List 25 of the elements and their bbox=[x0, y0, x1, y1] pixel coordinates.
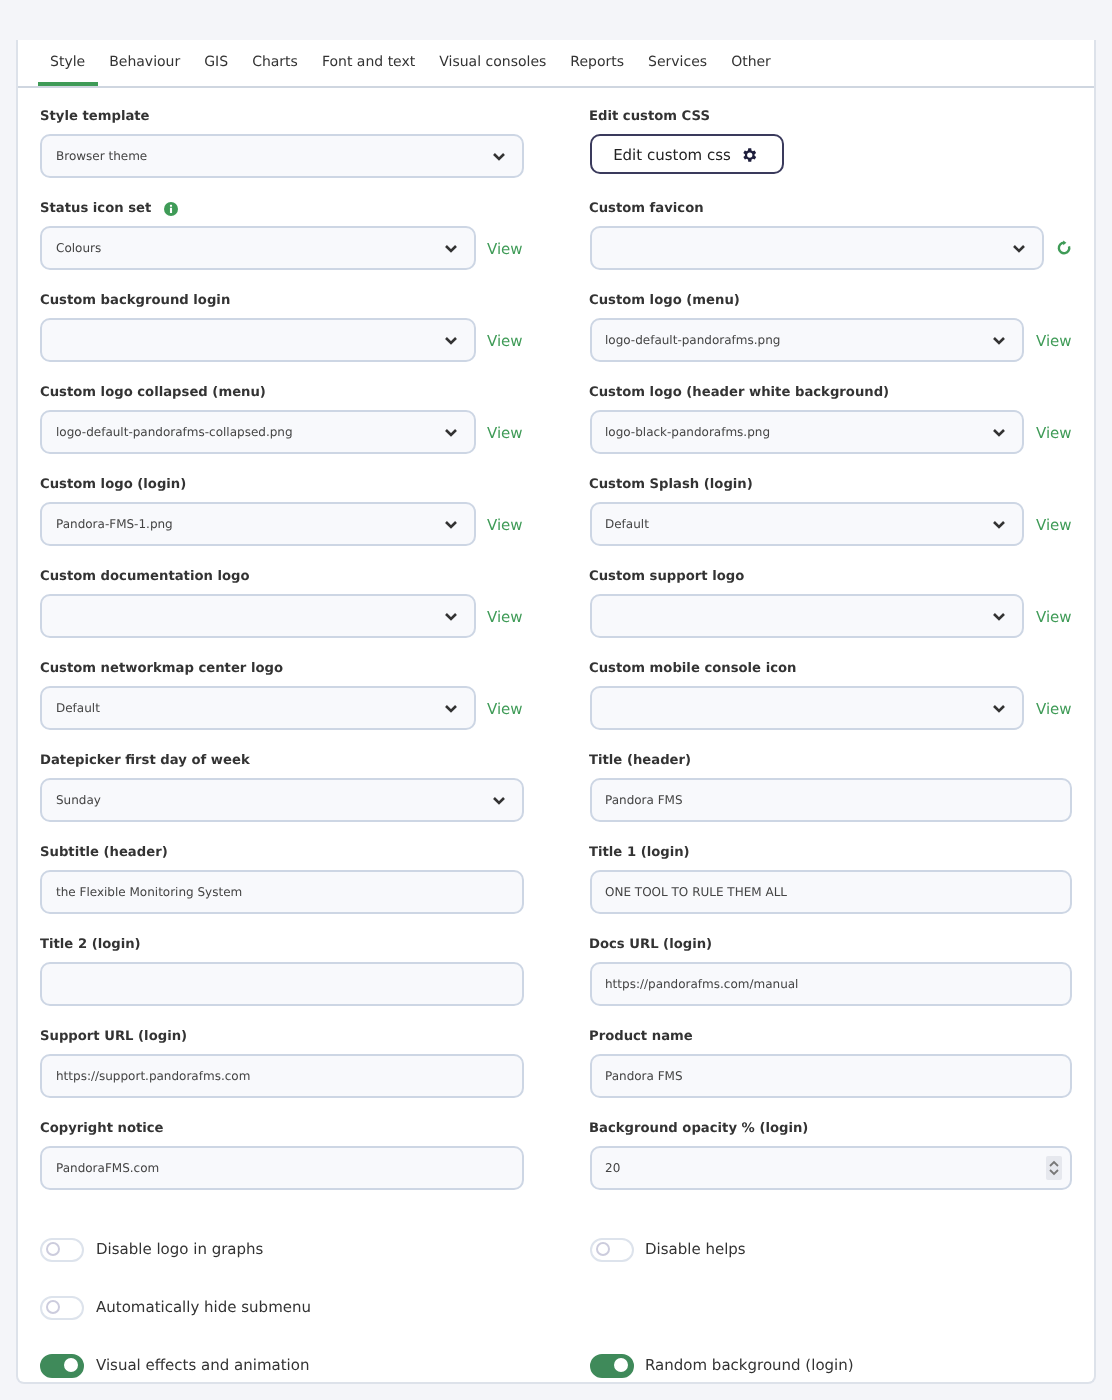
text-field[interactable] bbox=[40, 962, 523, 1006]
chevron-down-icon bbox=[992, 519, 1006, 529]
chevron-down-icon bbox=[992, 335, 1006, 345]
chevron-down-icon bbox=[443, 335, 457, 345]
dropdown[interactable] bbox=[40, 318, 475, 362]
dropdown[interactable] bbox=[589, 594, 1024, 638]
refresh-icon[interactable] bbox=[1056, 240, 1072, 256]
chevron-down-icon bbox=[992, 427, 1006, 437]
chevron-down-icon bbox=[491, 151, 505, 161]
spinner-icon[interactable] bbox=[1046, 1156, 1062, 1180]
gear-icon bbox=[740, 145, 759, 163]
chevron-down-icon bbox=[443, 611, 457, 621]
dropdown[interactable] bbox=[589, 686, 1024, 730]
toggle-switch[interactable] bbox=[40, 1353, 84, 1377]
chevron-down-icon bbox=[443, 427, 457, 437]
chevron-down-icon bbox=[443, 703, 457, 713]
chevron-down-icon bbox=[443, 519, 457, 529]
dropdown[interactable] bbox=[40, 594, 475, 638]
dropdown[interactable] bbox=[589, 226, 1044, 270]
toggle-switch[interactable] bbox=[589, 1353, 633, 1377]
chevron-down-icon bbox=[491, 795, 505, 805]
chevron-down-icon bbox=[443, 243, 457, 253]
chevron-down-icon bbox=[1012, 243, 1026, 253]
chevron-down-icon bbox=[992, 703, 1006, 713]
chevron-down-icon bbox=[992, 611, 1006, 621]
